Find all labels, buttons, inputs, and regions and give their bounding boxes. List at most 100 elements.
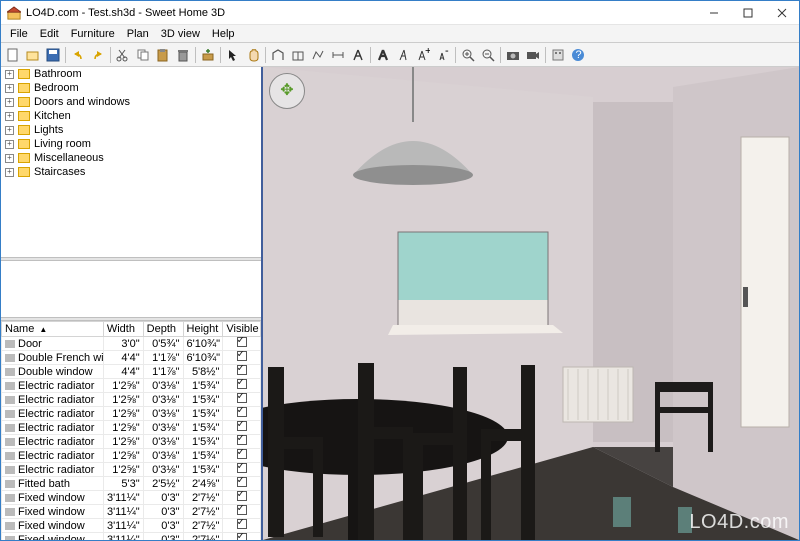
expand-icon[interactable]: + — [5, 126, 14, 135]
table-row[interactable]: Fitted bath5'3"2'5½"2'4⅝" — [2, 477, 261, 491]
visible-checkbox[interactable] — [237, 407, 247, 417]
create-polylines-tool[interactable] — [308, 45, 328, 65]
expand-icon[interactable]: + — [5, 98, 14, 107]
cell-visible[interactable] — [223, 393, 261, 407]
expand-icon[interactable]: + — [5, 70, 14, 79]
tree-item[interactable]: +Miscellaneous — [1, 151, 261, 165]
menu-file[interactable]: File — [4, 27, 34, 41]
table-row[interactable]: Fixed window3'11¼"0'3"2'7½" — [2, 491, 261, 505]
new-button[interactable] — [3, 45, 23, 65]
column-header[interactable]: Height — [183, 322, 223, 337]
table-row[interactable]: Door3'0"0'5¾"6'10¾" — [2, 337, 261, 351]
create-dimensions-tool[interactable] — [328, 45, 348, 65]
visible-checkbox[interactable] — [237, 519, 247, 529]
table-row[interactable]: Electric radiator1'2⅝"0'3⅛"1'5¾" — [2, 463, 261, 477]
save-button[interactable] — [43, 45, 63, 65]
furniture-list-pane[interactable]: Name ▲WidthDepthHeightVisible Door3'0"0'… — [1, 321, 261, 540]
column-header[interactable]: Depth — [143, 322, 183, 337]
table-row[interactable]: Electric radiator1'2⅝"0'3⅛"1'5¾" — [2, 421, 261, 435]
copy-button[interactable] — [133, 45, 153, 65]
text-italic-button[interactable] — [393, 45, 413, 65]
visible-checkbox[interactable] — [237, 449, 247, 459]
visible-checkbox[interactable] — [237, 463, 247, 473]
cell-visible[interactable] — [223, 505, 261, 519]
create-rooms-tool[interactable] — [288, 45, 308, 65]
table-row[interactable]: Double window4'4"1'1⅞"5'8½" — [2, 365, 261, 379]
visible-checkbox[interactable] — [237, 379, 247, 389]
tree-item[interactable]: +Bedroom — [1, 81, 261, 95]
table-row[interactable]: Fixed window3'11¼"0'3"2'7½" — [2, 505, 261, 519]
table-row[interactable]: Electric radiator1'2⅝"0'3⅛"1'5¾" — [2, 435, 261, 449]
tree-item[interactable]: +Bathroom — [1, 67, 261, 81]
zoom-in-button[interactable] — [458, 45, 478, 65]
cell-visible[interactable] — [223, 421, 261, 435]
create-photo-button[interactable] — [503, 45, 523, 65]
menu-plan[interactable]: Plan — [121, 27, 155, 41]
maximize-button[interactable] — [731, 1, 765, 24]
table-row[interactable]: Double French window4'4"1'1⅞"6'10¾" — [2, 351, 261, 365]
column-header[interactable]: Width — [103, 322, 143, 337]
decrease-text-button[interactable]: - — [433, 45, 453, 65]
cell-visible[interactable] — [223, 477, 261, 491]
create-text-tool[interactable] — [348, 45, 368, 65]
cell-visible[interactable] — [223, 365, 261, 379]
expand-icon[interactable]: + — [5, 112, 14, 121]
table-row[interactable]: Electric radiator1'2⅝"0'3⅛"1'5¾" — [2, 407, 261, 421]
menu-furniture[interactable]: Furniture — [65, 27, 121, 41]
cell-visible[interactable] — [223, 435, 261, 449]
expand-icon[interactable]: + — [5, 84, 14, 93]
visible-checkbox[interactable] — [237, 365, 247, 375]
cell-visible[interactable] — [223, 519, 261, 533]
visible-checkbox[interactable] — [237, 421, 247, 431]
visible-checkbox[interactable] — [237, 505, 247, 515]
table-row[interactable]: Electric radiator1'2⅝"0'3⅛"1'5¾" — [2, 379, 261, 393]
table-row[interactable]: Fixed window3'11¼"0'3"2'7½" — [2, 519, 261, 533]
visible-checkbox[interactable] — [237, 533, 247, 540]
add-furniture-button[interactable] — [198, 45, 218, 65]
cell-visible[interactable] — [223, 379, 261, 393]
select-tool[interactable] — [223, 45, 243, 65]
menu-help[interactable]: Help — [206, 27, 241, 41]
table-row[interactable]: Electric radiator1'2⅝"0'3⅛"1'5¾" — [2, 449, 261, 463]
expand-icon[interactable]: + — [5, 140, 14, 149]
cell-visible[interactable] — [223, 337, 261, 351]
cell-visible[interactable] — [223, 463, 261, 477]
preferences-button[interactable] — [548, 45, 568, 65]
delete-button[interactable] — [173, 45, 193, 65]
visible-checkbox[interactable] — [237, 337, 247, 347]
text-bold-button[interactable] — [373, 45, 393, 65]
menu-edit[interactable]: Edit — [34, 27, 65, 41]
expand-icon[interactable]: + — [5, 154, 14, 163]
column-header[interactable]: Visible — [223, 322, 261, 337]
undo-button[interactable] — [68, 45, 88, 65]
open-button[interactable] — [23, 45, 43, 65]
visible-checkbox[interactable] — [237, 477, 247, 487]
expand-icon[interactable]: + — [5, 168, 14, 177]
visible-checkbox[interactable] — [237, 393, 247, 403]
cut-button[interactable] — [113, 45, 133, 65]
menu-3dview[interactable]: 3D view — [155, 27, 206, 41]
furniture-catalog-tree[interactable]: +Bathroom+Bedroom+Doors and windows+Kitc… — [1, 67, 261, 257]
tree-item[interactable]: +Doors and windows — [1, 95, 261, 109]
3d-navigation-compass[interactable]: ✥ — [269, 73, 305, 109]
cell-visible[interactable] — [223, 449, 261, 463]
paste-button[interactable] — [153, 45, 173, 65]
zoom-out-button[interactable] — [478, 45, 498, 65]
tree-item[interactable]: +Lights — [1, 123, 261, 137]
table-row[interactable]: Fixed window3'11¼"0'3"2'7½" — [2, 533, 261, 541]
redo-button[interactable] — [88, 45, 108, 65]
tree-item[interactable]: +Kitchen — [1, 109, 261, 123]
increase-text-button[interactable]: + — [413, 45, 433, 65]
titlebar[interactable]: LO4D.com - Test.sh3d - Sweet Home 3D — [1, 1, 799, 25]
help-button[interactable]: ? — [568, 45, 588, 65]
visible-checkbox[interactable] — [237, 491, 247, 501]
visible-checkbox[interactable] — [237, 435, 247, 445]
visible-checkbox[interactable] — [237, 351, 247, 361]
plan-preview-pane[interactable] — [1, 261, 261, 317]
tree-item[interactable]: +Living room — [1, 137, 261, 151]
create-walls-tool[interactable] — [268, 45, 288, 65]
cell-visible[interactable] — [223, 351, 261, 365]
cell-visible[interactable] — [223, 491, 261, 505]
tree-item[interactable]: +Staircases — [1, 165, 261, 179]
create-video-button[interactable] — [523, 45, 543, 65]
